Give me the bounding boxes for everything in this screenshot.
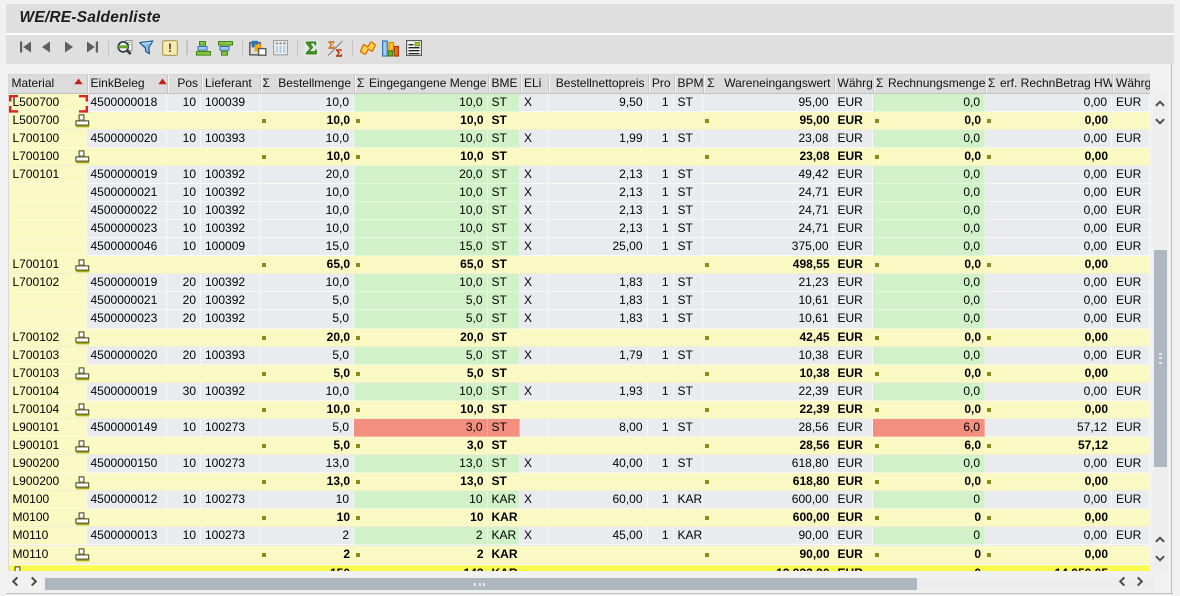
svg-text:Σ: Σ bbox=[306, 40, 318, 57]
svg-text:!: ! bbox=[168, 41, 172, 55]
svg-text:Σ: Σ bbox=[335, 48, 342, 57]
